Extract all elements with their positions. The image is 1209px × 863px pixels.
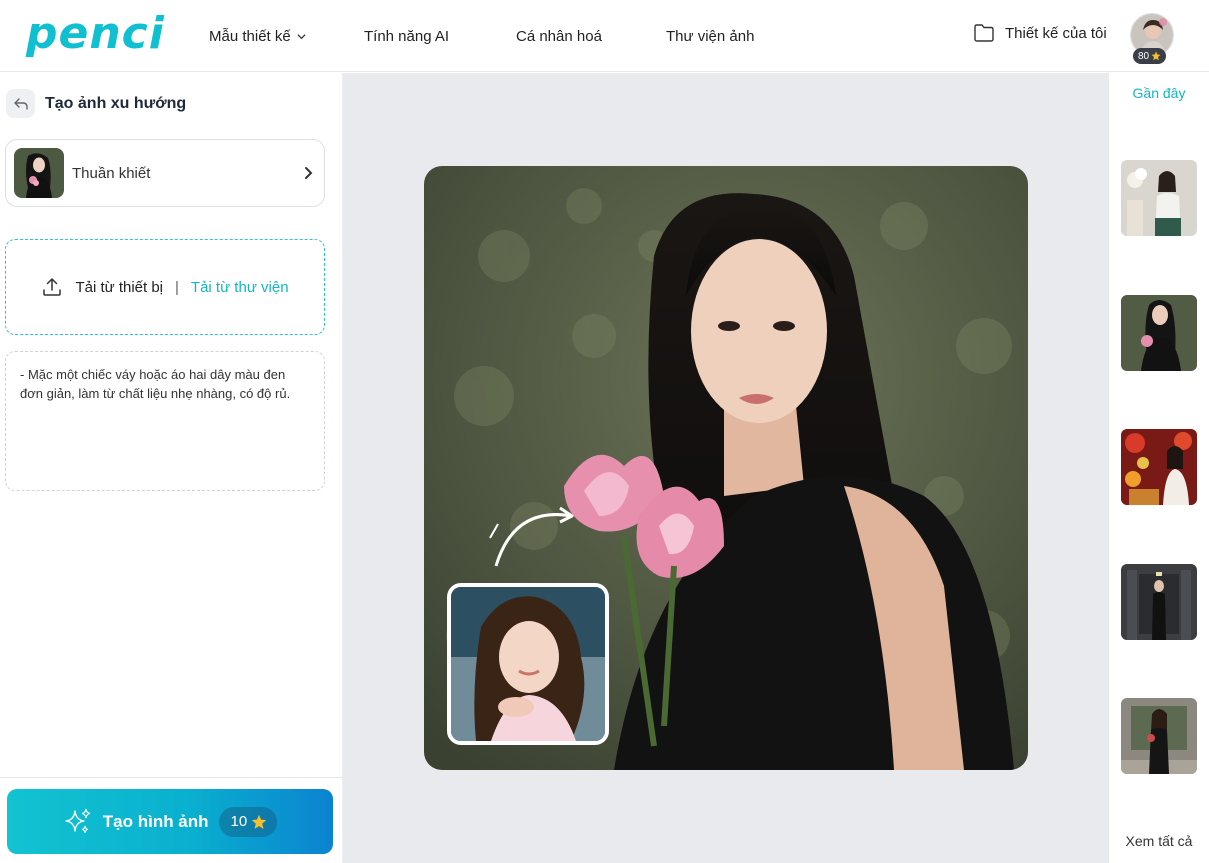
generate-cost-badge: 10	[218, 806, 278, 837]
generate-footer: Tạo hình ảnh 10	[0, 777, 343, 863]
preview-image	[424, 166, 1028, 770]
penci-logo[interactable]: penci	[26, 10, 165, 58]
recent-thumbnail[interactable]	[1121, 429, 1197, 505]
generate-cost: 10	[230, 813, 248, 830]
style-thumbnail	[14, 148, 64, 198]
nav-personalize-label: Cá nhân hoá	[516, 27, 602, 45]
user-avatar-button[interactable]: 80	[1130, 13, 1176, 65]
chevron-down-icon	[297, 33, 306, 39]
reply-arrow-icon	[13, 97, 28, 110]
preview-canvas	[343, 73, 1109, 863]
recent-thumbnail[interactable]	[1121, 564, 1197, 640]
upload-dropzone[interactable]: Tải từ thiết bị | Tải từ thư viện	[5, 239, 325, 335]
folder-icon	[974, 24, 994, 42]
nav-ai-features[interactable]: Tính năng AI	[364, 0, 449, 72]
left-panel: Tạo ảnh xu hướng Thuần khiết Tải từ thiế…	[0, 73, 343, 863]
coin-balance: 80	[1138, 50, 1150, 62]
upload-icon	[43, 278, 62, 296]
panel-header: Tạo ảnh xu hướng	[6, 89, 186, 118]
nav-photo-library[interactable]: Thư viện ảnh	[666, 0, 754, 72]
my-designs-label: Thiết kế của tôi	[1005, 24, 1107, 42]
star-icon	[252, 814, 267, 829]
generate-image-label: Tạo hình ảnh	[102, 811, 209, 831]
top-header: penci Mẫu thiết kế Tính năng AI Cá nhân …	[0, 0, 1209, 72]
chevron-right-icon	[305, 167, 313, 179]
style-name: Thuần khiết	[72, 164, 151, 182]
back-button[interactable]	[6, 89, 35, 118]
nav-templates-label: Mẫu thiết kế	[209, 27, 291, 45]
style-selector[interactable]: Thuần khiết	[5, 139, 325, 207]
upload-from-device-label: Tải từ thiết bị	[75, 278, 164, 296]
upload-from-device-button[interactable]: Tải từ thiết bị	[41, 276, 163, 298]
prompt-textarea[interactable]: - Mặc một chiếc váy hoặc áo hai dây màu …	[5, 351, 325, 491]
my-designs-link[interactable]: Thiết kế của tôi	[973, 22, 1107, 44]
recent-thumbnail[interactable]	[1121, 295, 1197, 371]
panel-title: Tạo ảnh xu hướng	[45, 94, 187, 112]
upload-separator: |	[175, 278, 179, 296]
nav-personalize[interactable]: Cá nhân hoá	[516, 0, 602, 72]
recent-thumbnail[interactable]	[1121, 698, 1197, 774]
nav-ai-features-label: Tính năng AI	[364, 27, 450, 45]
star-icon	[1151, 51, 1161, 61]
nav-templates[interactable]: Mẫu thiết kế	[209, 0, 306, 72]
recent-thumbnail[interactable]	[1121, 160, 1197, 236]
coin-balance-badge: 80	[1133, 48, 1167, 64]
reference-face-thumbnail	[447, 583, 609, 745]
generate-image-button[interactable]: Tạo hình ảnh 10	[7, 789, 333, 854]
upload-from-library-link[interactable]: Tải từ thư viện	[191, 279, 289, 296]
recent-title: Gần đây	[1132, 85, 1186, 101]
sparkle-icon	[65, 808, 90, 833]
see-all-link[interactable]: Xem tất cả	[1109, 833, 1209, 849]
recent-rail: Gần đây Xem tất cả	[1109, 73, 1209, 863]
nav-photo-library-label: Thư viện ảnh	[666, 27, 755, 45]
